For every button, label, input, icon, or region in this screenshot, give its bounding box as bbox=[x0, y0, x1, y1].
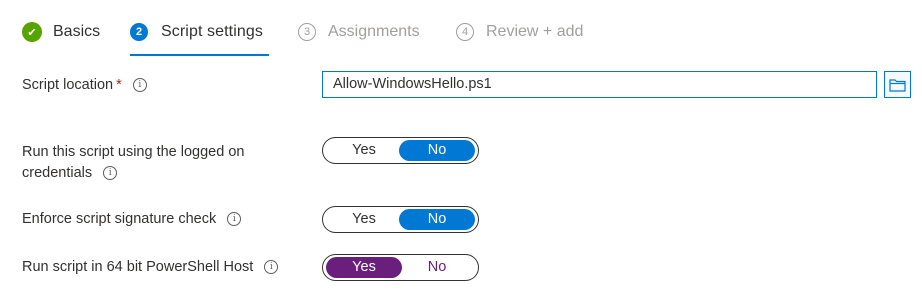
info-icon[interactable]: i bbox=[227, 212, 242, 227]
step-4-icon: 4 bbox=[456, 23, 474, 41]
step-2-icon: 2 bbox=[130, 23, 148, 41]
tab-basics-label: Basics bbox=[53, 23, 101, 40]
checkmark-icon: ✔ bbox=[22, 22, 42, 42]
powershell-64bit-toggle[interactable]: Yes No bbox=[322, 254, 479, 281]
tab-assignments[interactable]: 3 Assignments bbox=[298, 20, 420, 44]
no-option[interactable]: No bbox=[399, 209, 475, 230]
info-icon[interactable]: i bbox=[103, 166, 118, 181]
tab-script-settings-label: Script settings bbox=[161, 23, 263, 40]
tab-basics[interactable]: ✔ Basics bbox=[22, 20, 100, 44]
logged-on-credentials-row-label: Run this script using the logged on cred… bbox=[22, 142, 244, 184]
powershell-64bit-row-label: Run script in 64 bit PowerShell Host i bbox=[22, 257, 279, 278]
tab-review-add[interactable]: 4 Review + add bbox=[456, 20, 583, 44]
script-location-input[interactable]: Allow-WindowsHello.ps1 bbox=[322, 71, 877, 98]
signature-check-row-label: Enforce script signature check i bbox=[22, 209, 242, 230]
no-option[interactable]: No bbox=[399, 257, 475, 278]
active-tab-underline bbox=[130, 54, 269, 56]
info-icon[interactable]: i bbox=[132, 78, 147, 93]
yes-option[interactable]: Yes bbox=[326, 257, 402, 278]
info-icon[interactable]: i bbox=[264, 260, 279, 275]
step-3-icon: 3 bbox=[298, 23, 316, 41]
signature-check-label: Enforce script signature check bbox=[22, 211, 217, 227]
tab-review-add-label: Review + add bbox=[486, 23, 584, 40]
logged-on-credentials-label-line2: credentials bbox=[22, 165, 93, 181]
logged-on-credentials-label-line1: Run this script using the logged on bbox=[22, 144, 245, 160]
yes-option[interactable]: Yes bbox=[326, 140, 402, 161]
script-location-label: Script location bbox=[22, 77, 114, 93]
script-location-row-label: Script location * i bbox=[22, 75, 147, 96]
tab-script-settings[interactable]: 2 Script settings bbox=[130, 20, 269, 56]
no-option[interactable]: No bbox=[399, 140, 475, 161]
browse-folder-button[interactable] bbox=[884, 71, 911, 98]
wizard-tabs: ✔ Basics 2 Script settings 3 Assignments… bbox=[0, 0, 922, 56]
required-mark: * bbox=[116, 77, 122, 93]
powershell-64bit-label: Run script in 64 bit PowerShell Host bbox=[22, 259, 254, 275]
folder-icon bbox=[889, 78, 906, 92]
script-settings-page: ✔ Basics 2 Script settings 3 Assignments… bbox=[0, 0, 922, 294]
yes-option[interactable]: Yes bbox=[326, 209, 402, 230]
logged-on-credentials-toggle[interactable]: Yes No bbox=[322, 137, 479, 164]
tab-assignments-label: Assignments bbox=[328, 23, 420, 40]
signature-check-toggle[interactable]: Yes No bbox=[322, 206, 479, 233]
